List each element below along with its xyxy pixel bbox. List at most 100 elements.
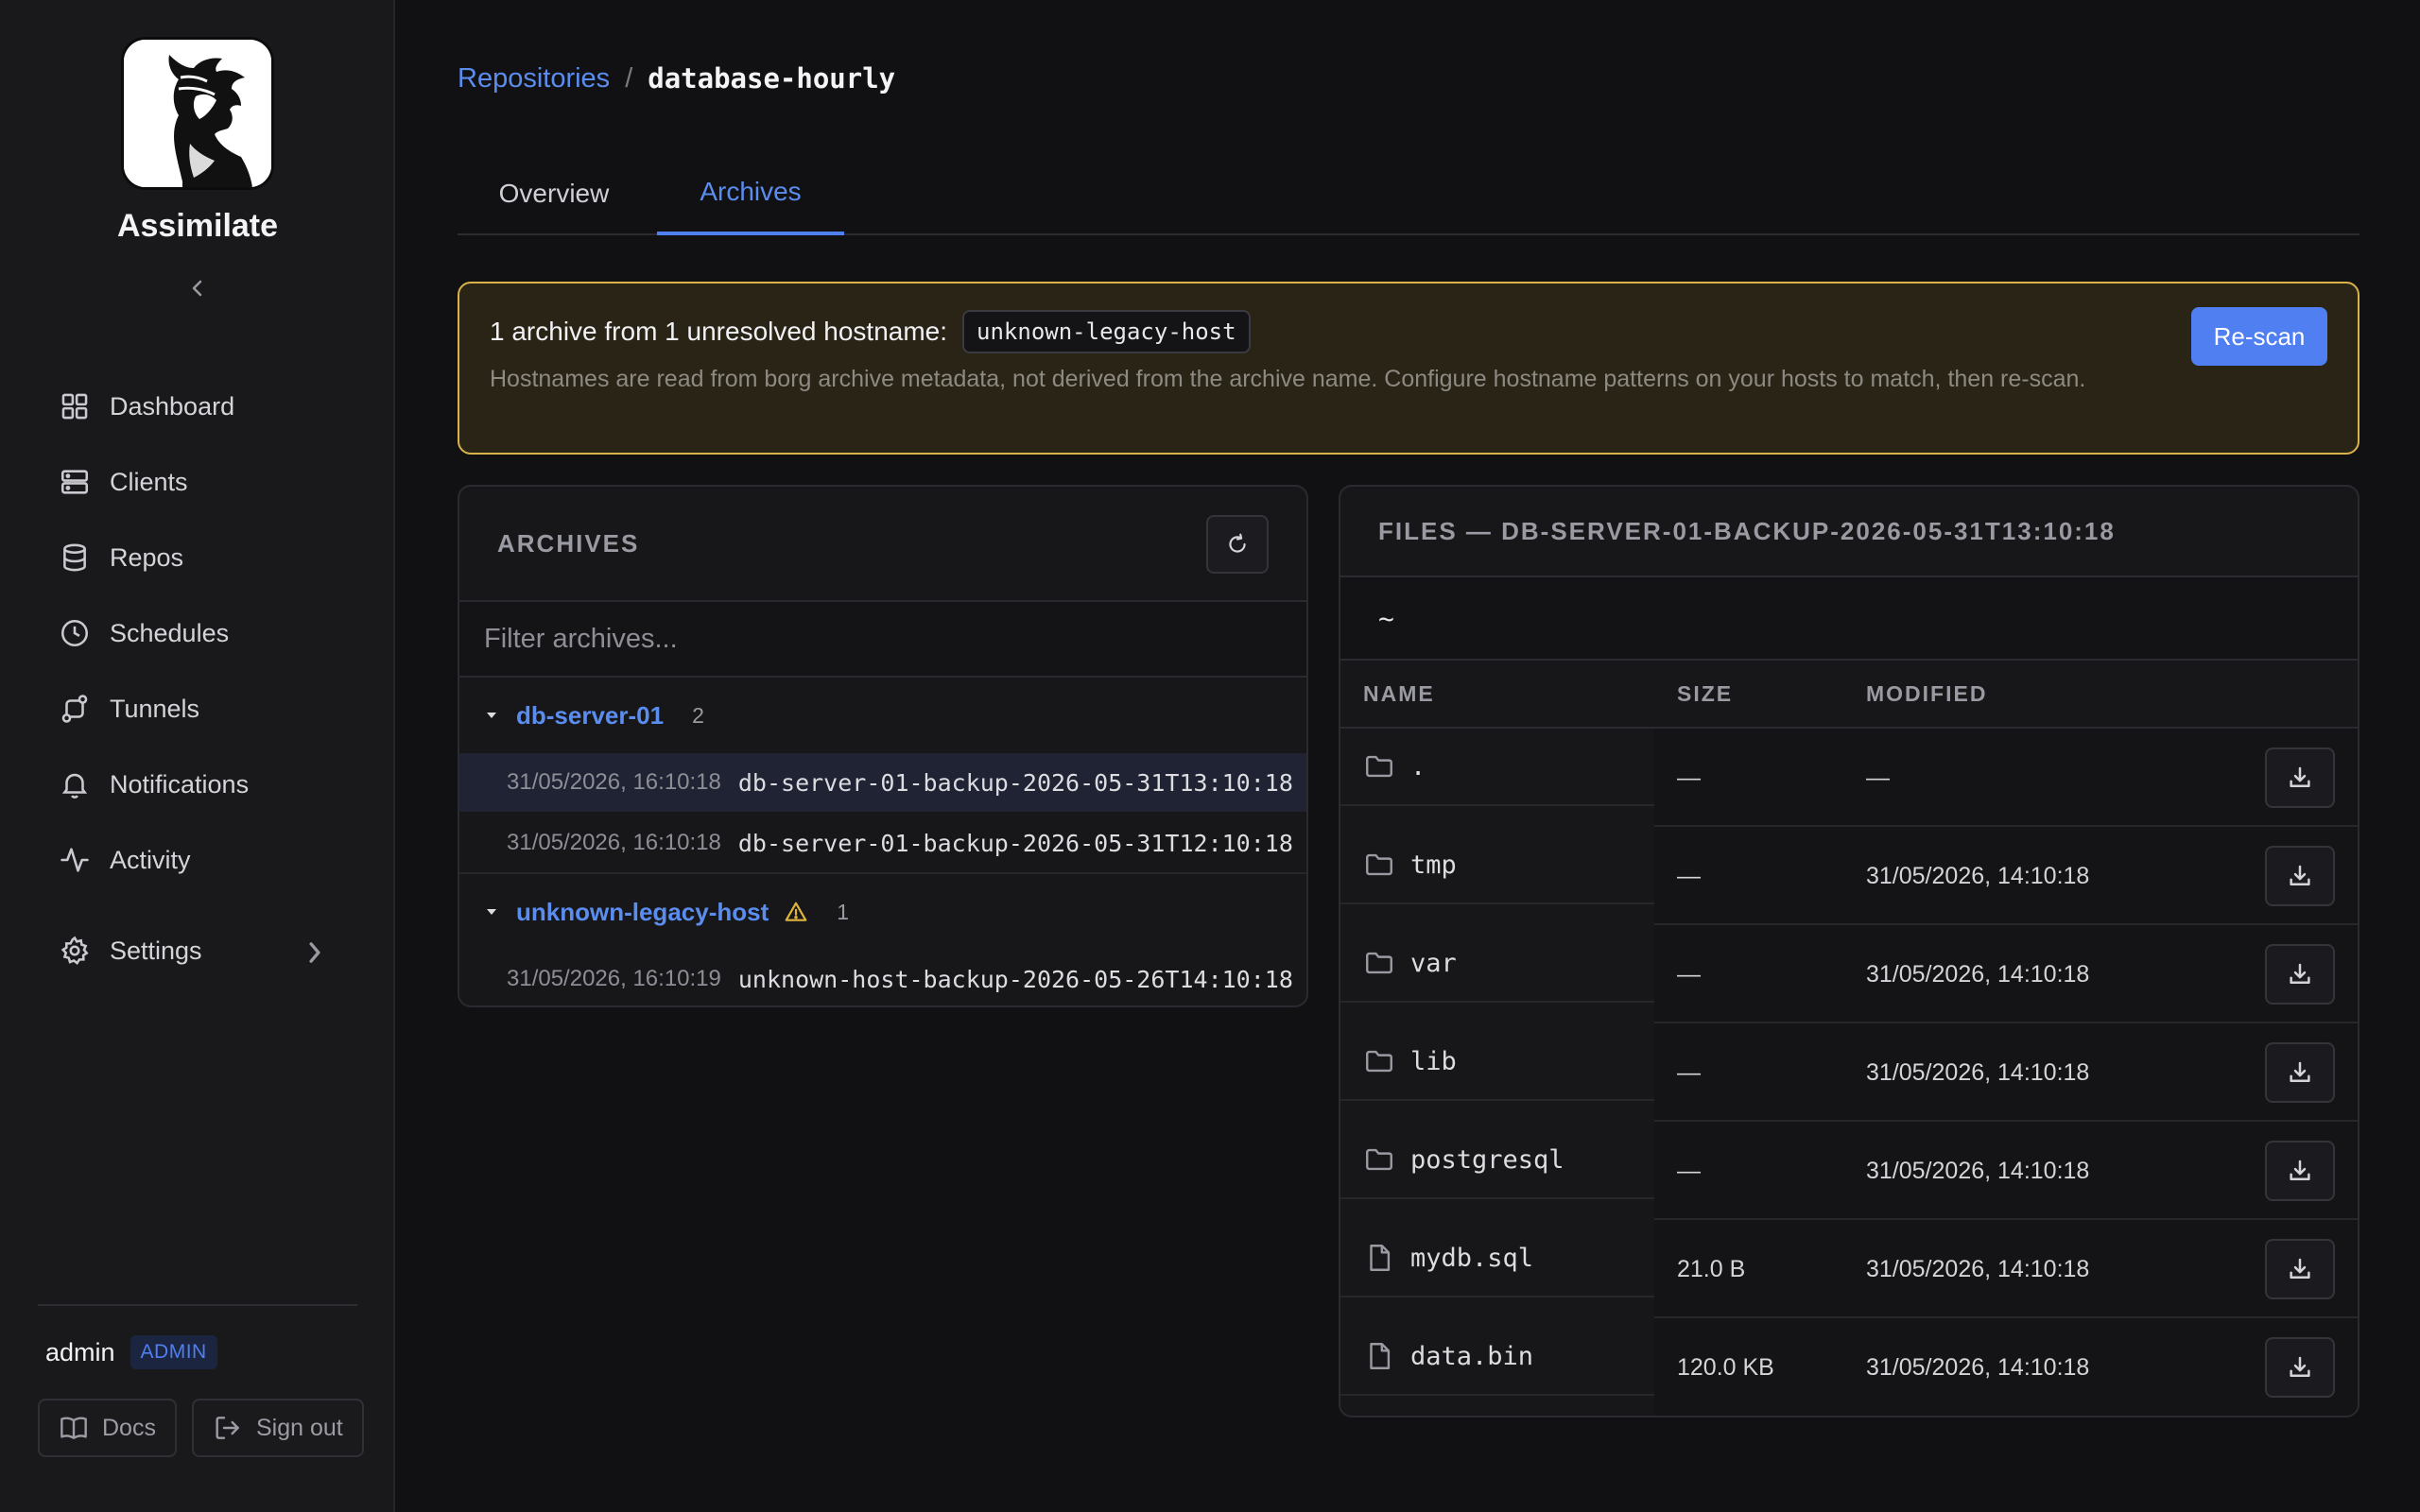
file-row[interactable]: var — 31/05/2026, 14:10:18 (1340, 925, 2358, 1023)
tab-overview[interactable]: Overview (458, 151, 650, 235)
file-name: . (1410, 751, 1426, 782)
download-button[interactable] (2265, 944, 2335, 1005)
sidebar: Assimilate Dashboard Clients Repos Sched… (0, 0, 395, 1512)
file-modified: 31/05/2026, 14:10:18 (1866, 1255, 2090, 1282)
download-button[interactable] (2265, 1141, 2335, 1201)
download-icon (2290, 1160, 2310, 1180)
sidebar-item-repos[interactable]: Repos (38, 520, 350, 595)
current-path[interactable]: ~ (1340, 577, 2358, 661)
bell-icon (61, 773, 88, 799)
files-title: FILES — DB-SERVER-01-BACKUP-2026-05-31T1… (1378, 516, 2116, 545)
download-icon (2290, 766, 2310, 787)
sidebar-item-settings[interactable]: Settings (38, 913, 350, 988)
sidebar-item-tunnels[interactable]: Tunnels (38, 671, 350, 747)
route-icon (61, 695, 88, 723)
file-icon (1370, 1343, 1391, 1369)
file-name-cell: lib (1363, 1023, 1457, 1099)
name-divider (1340, 902, 1654, 904)
archive-name: db-server-01-backup-2026-05-31T13:10:18 (737, 768, 1293, 797)
sidebar-item-label: Repos (110, 542, 184, 572)
group-host-name: unknown-legacy-host (516, 897, 769, 926)
user-info: admin ADMIN (45, 1335, 217, 1369)
filter-archives-input[interactable] (484, 610, 1306, 667)
sidebar-item-label: Tunnels (110, 694, 200, 723)
folder-icon (1366, 952, 1392, 974)
archive-date: 31/05/2026, 16:10:18 (507, 769, 721, 795)
grid-icon (61, 393, 88, 420)
download-button[interactable] (2265, 1042, 2335, 1103)
download-button[interactable] (2265, 846, 2335, 906)
file-name: lib (1410, 1046, 1457, 1076)
file-size: — (1677, 764, 1701, 791)
download-button[interactable] (2265, 747, 2335, 808)
sidebar-item-notifications[interactable]: Notifications (38, 747, 350, 822)
archive-group-db-server-01[interactable]: db-server-01 2 (459, 678, 1306, 753)
sidebar-item-label: Notifications (110, 769, 250, 799)
file-row[interactable]: . — — (1340, 729, 2358, 827)
activity-icon (60, 848, 89, 872)
file-icon (1370, 1245, 1391, 1271)
download-icon (2290, 1356, 2310, 1377)
file-name: var (1410, 948, 1457, 978)
logout-icon (216, 1417, 239, 1439)
sidebar-item-dashboard[interactable]: Dashboard (38, 369, 350, 444)
file-row[interactable]: postgresql — 31/05/2026, 14:10:18 (1340, 1122, 2358, 1220)
file-name-cell: postgresql (1363, 1122, 1564, 1197)
archive-row[interactable]: 31/05/2026, 16:10:18 db-server-01-backup… (459, 753, 1306, 812)
file-row[interactable]: tmp — 31/05/2026, 14:10:18 (1340, 827, 2358, 925)
refresh-icon (1229, 533, 1246, 553)
archive-row[interactable]: 31/05/2026, 16:10:19 unknown-host-backup… (459, 950, 1306, 1005)
file-row-cells (1654, 729, 2358, 827)
file-name-cell: var (1363, 925, 1457, 1001)
file-row[interactable]: mydb.sql 21.0 B 31/05/2026, 14:10:18 (1340, 1220, 2358, 1318)
server-icon (60, 470, 89, 494)
docs-label: Docs (102, 1414, 156, 1441)
file-size: — (1677, 1157, 1701, 1184)
file-modified: 31/05/2026, 14:10:18 (1866, 1157, 2090, 1184)
file-row[interactable]: lib — 31/05/2026, 14:10:18 (1340, 1023, 2358, 1122)
name-divider (1340, 1001, 1654, 1003)
name-divider (1340, 1197, 1654, 1199)
sidebar-item-label: Schedules (110, 618, 230, 647)
sign-out-button[interactable]: Sign out (191, 1399, 364, 1457)
clock-icon (60, 619, 89, 647)
archive-date: 31/05/2026, 16:10:19 (507, 966, 721, 991)
brand-logo (121, 37, 274, 190)
file-modified: — (1866, 764, 1890, 791)
sidebar-item-label: Settings (110, 936, 202, 965)
download-button[interactable] (2265, 1337, 2335, 1398)
breadcrumb-repositories-link[interactable]: Repositories (458, 63, 610, 94)
file-size: 120.0 KB (1677, 1353, 1774, 1381)
collapse-sidebar-button[interactable] (186, 274, 209, 302)
breadcrumb-separator: / (625, 62, 633, 94)
gear-icon (60, 936, 89, 966)
archives-panel: ARCHIVES db-server-01 2 31/05/2026, 16:1… (458, 485, 1308, 1007)
tab-archives[interactable]: Archives (657, 151, 844, 235)
docs-button[interactable]: Docs (38, 1399, 177, 1457)
archive-name: unknown-host-backup-2026-05-26T14:10:18 (737, 965, 1293, 993)
database-icon (63, 543, 86, 572)
file-name: data.bin (1410, 1341, 1534, 1371)
refresh-archives-button[interactable] (1206, 515, 1269, 574)
tab-bar: Overview Archives (458, 151, 2360, 235)
archives-title: ARCHIVES (497, 528, 640, 558)
sidebar-item-activity[interactable]: Activity (38, 822, 350, 898)
file-size: — (1677, 862, 1701, 889)
file-row[interactable]: data.bin 120.0 KB 31/05/2026, 14:10:18 (1340, 1318, 2358, 1416)
chevron-left-icon (192, 280, 202, 297)
rescan-button[interactable]: Re-scan (2191, 307, 2327, 366)
sidebar-item-clients[interactable]: Clients (38, 444, 350, 520)
archive-group-unknown-legacy-host[interactable]: unknown-legacy-host 1 (459, 874, 1306, 950)
file-size: — (1677, 1058, 1701, 1086)
folder-icon (1366, 755, 1392, 778)
file-name-cell: mydb.sql (1363, 1220, 1533, 1296)
file-modified: 31/05/2026, 14:10:18 (1866, 1353, 2090, 1381)
download-button[interactable] (2265, 1239, 2335, 1299)
unresolved-hostname-banner: 1 archive from 1 unresolved hostname: un… (458, 282, 2360, 455)
caret-down-icon (487, 713, 496, 718)
name-divider (1340, 804, 1654, 806)
sidebar-item-schedules[interactable]: Schedules (38, 595, 350, 671)
group-host-name: db-server-01 (516, 700, 665, 730)
archive-row[interactable]: 31/05/2026, 16:10:18 db-server-01-backup… (459, 814, 1306, 872)
filter-archives-field (459, 602, 1306, 678)
